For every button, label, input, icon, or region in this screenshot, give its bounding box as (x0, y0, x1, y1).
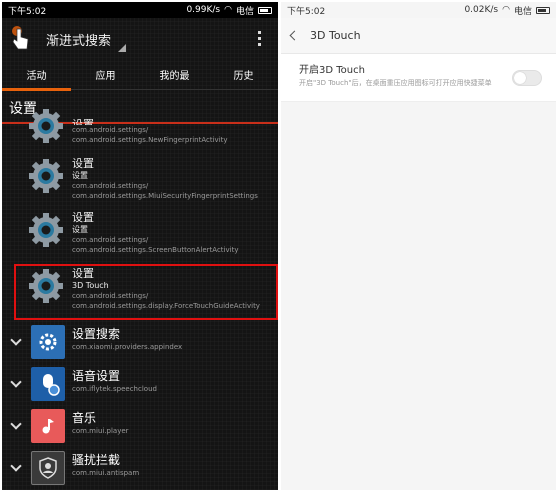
battery-icon (536, 6, 550, 14)
chevron-down-icon[interactable] (10, 334, 22, 346)
app-package: com.miui.player (72, 427, 129, 435)
shield-icon (31, 451, 65, 485)
hand-pointer-icon[interactable] (10, 25, 34, 53)
chevron-down-icon[interactable] (10, 460, 22, 472)
wifi-icon: ◠ (502, 5, 510, 15)
activity-title: 设置 (72, 211, 94, 224)
tab-history[interactable]: 历史 (209, 60, 278, 89)
activity-package: com.android.settings/ (72, 236, 149, 244)
activity-subtitle: 设置 (72, 225, 88, 234)
dropdown-indicator-icon[interactable] (118, 44, 126, 52)
settings-gear-icon (29, 159, 63, 193)
network-speed: 0.02K/s (464, 5, 499, 15)
more-menu-icon[interactable] (258, 31, 262, 49)
chevron-down-icon[interactable] (10, 418, 22, 430)
activity-row[interactable]: 设置 设置 com.android.settings/ com.android.… (2, 154, 278, 208)
setting-title: 开启3D Touch (299, 65, 365, 76)
wifi-icon: ◠ (224, 5, 232, 15)
app-row[interactable]: 语音设置 com.iflytek.speechcloud (2, 364, 278, 406)
activity-class: com.android.settings.NewFingerprintActiv… (72, 136, 228, 144)
app-title: 语音设置 (72, 369, 121, 383)
status-time: 下午5:02 (287, 6, 326, 17)
activity-title: 设置 (72, 157, 94, 170)
app-title[interactable]: 渐进式搜索 (46, 30, 111, 49)
settings-gear-icon (29, 109, 63, 143)
app-row[interactable]: 设置搜索 com.xiaomi.providers.appindex (2, 322, 278, 364)
app-package: com.xiaomi.providers.appindex (72, 343, 183, 351)
app-row[interactable]: 骚扰拦截 com.miui.antispam (2, 448, 278, 490)
activity-row[interactable]: 设置 com.android.settings/ com.android.set… (2, 109, 278, 154)
activity-title: 设置 (72, 118, 94, 125)
tab-apps[interactable]: 应用 (71, 60, 140, 89)
app-title: 音乐 (72, 411, 97, 425)
tab-indicator (2, 88, 71, 91)
app-bar: 渐进式搜索 (2, 18, 278, 60)
music-icon (31, 409, 65, 443)
activity-class: com.android.settings.ScreenButtonAlertAc… (72, 246, 239, 254)
status-bar: 下午5:02 0.02K/s ◠ 电信 (281, 2, 556, 18)
page-title: 3D Touch (310, 29, 361, 42)
battery-icon (258, 6, 272, 14)
app-package: com.iflytek.speechcloud (72, 385, 157, 393)
title-bar: 3D Touch (281, 18, 556, 54)
activity-package: com.android.settings/ (72, 182, 149, 190)
settings-gear-icon (29, 213, 63, 247)
voice-icon (31, 367, 65, 401)
back-icon[interactable] (289, 30, 300, 41)
chevron-down-icon[interactable] (10, 376, 22, 388)
activity-package: com.android.settings/ (72, 126, 149, 134)
carrier-label: 电信 (513, 6, 532, 17)
right-phone-screen: 下午5:02 0.02K/s ◠ 电信 3D Touch 开启3D Touch … (281, 2, 556, 490)
activity-subtitle: 设置 (72, 171, 88, 180)
tab-bar: 活动 应用 我的最 历史 (2, 60, 278, 91)
network-speed: 0.99K/s (186, 5, 221, 15)
app-title: 骚扰拦截 (72, 453, 121, 467)
setting-description: 开启"3D Touch"后，在桌面重压应用图标可打开应用快捷菜单 (299, 79, 492, 87)
tab-favorites[interactable]: 我的最 (140, 60, 209, 89)
app-title: 设置搜索 (72, 327, 121, 341)
app-package: com.miui.antispam (72, 469, 140, 477)
status-time: 下午5:02 (8, 6, 47, 17)
activity-row[interactable]: 设置 设置 com.android.settings/ com.android.… (2, 208, 278, 262)
setting-3d-touch[interactable]: 开启3D Touch 开启"3D Touch"后，在桌面重压应用图标可打开应用快… (281, 54, 556, 102)
highlight-box (14, 264, 278, 320)
3d-touch-toggle[interactable] (512, 70, 542, 86)
activity-class: com.android.settings.MiuiSecurityFingerp… (72, 192, 258, 200)
gear-icon (31, 325, 65, 359)
left-phone-screen: 下午5:02 0.99K/s ◠ 电信 渐进式搜索 活动 应用 我的最 历史 设… (2, 2, 278, 490)
status-bar: 下午5:02 0.99K/s ◠ 电信 (2, 2, 278, 18)
carrier-label: 电信 (235, 6, 254, 17)
app-row[interactable]: 音乐 com.miui.player (2, 406, 278, 448)
tab-activity[interactable]: 活动 (2, 60, 71, 89)
